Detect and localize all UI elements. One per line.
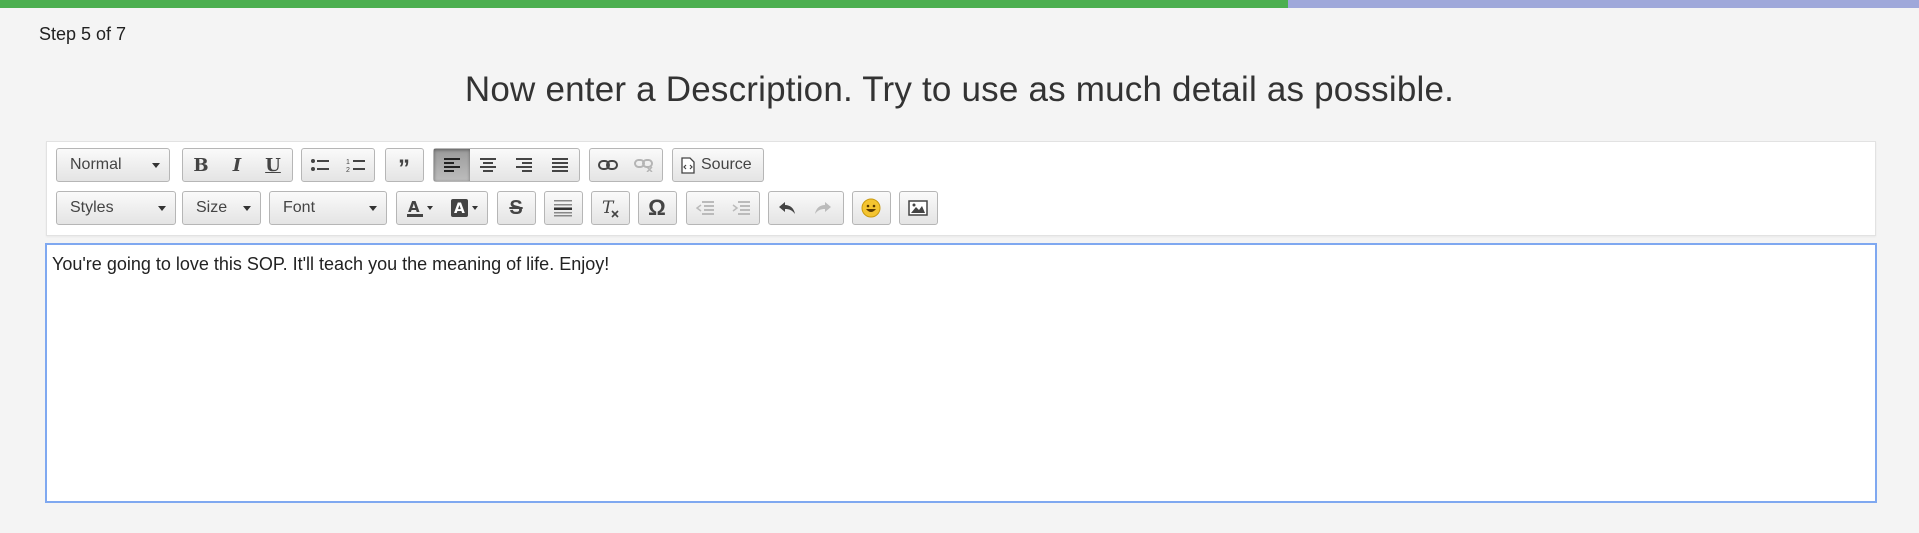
unlink-icon[interactable] bbox=[626, 149, 662, 181]
strike-group: S bbox=[497, 191, 536, 225]
bulleted-list-icon[interactable] bbox=[302, 149, 338, 181]
font-combo[interactable]: Font bbox=[269, 191, 387, 225]
smiley-group bbox=[852, 191, 891, 225]
source-button-label: Source bbox=[701, 156, 752, 173]
basic-styles-group: B I U bbox=[182, 148, 293, 182]
outdent-icon[interactable] bbox=[687, 192, 723, 224]
align-center-icon[interactable] bbox=[470, 149, 506, 181]
undo-icon[interactable] bbox=[769, 192, 805, 224]
align-left-icon[interactable] bbox=[434, 149, 470, 181]
list-group: 12 bbox=[301, 148, 375, 182]
chevron-down-icon bbox=[369, 206, 377, 211]
source-icon bbox=[681, 156, 695, 174]
image-group bbox=[899, 191, 938, 225]
omega-icon[interactable]: Ω bbox=[639, 192, 675, 224]
indent-icon[interactable] bbox=[723, 192, 759, 224]
styles-combo-label: Styles bbox=[70, 199, 114, 216]
align-right-icon[interactable] bbox=[506, 149, 542, 181]
size-combo-label: Size bbox=[196, 199, 228, 216]
svg-text:A: A bbox=[454, 201, 465, 217]
blockquote-icon[interactable]: ” bbox=[386, 149, 422, 182]
history-group bbox=[768, 191, 844, 225]
source-button[interactable]: Source bbox=[672, 148, 764, 182]
bold-icon[interactable]: B bbox=[183, 149, 219, 181]
blockquote-group: ” bbox=[385, 148, 424, 182]
editor-toolbar: Normal B I U 12 ” Source Styles Size Fon… bbox=[46, 141, 1876, 236]
progress-bar-track bbox=[0, 0, 1919, 8]
svg-text:A: A bbox=[408, 199, 420, 216]
image-icon[interactable] bbox=[900, 192, 936, 224]
format-combo[interactable]: Normal bbox=[56, 148, 170, 182]
chevron-down-icon bbox=[243, 206, 251, 211]
styles-combo[interactable]: Styles bbox=[56, 191, 176, 225]
format-combo-label: Normal bbox=[70, 156, 122, 173]
color-group: A A bbox=[396, 191, 488, 225]
text-color-icon[interactable]: A bbox=[397, 192, 442, 224]
step-indicator: Step 5 of 7 bbox=[39, 24, 127, 44]
italic-icon[interactable]: I bbox=[219, 149, 255, 181]
indent-group bbox=[686, 191, 760, 225]
chevron-down-icon bbox=[158, 206, 166, 211]
horizontal-line-icon[interactable] bbox=[545, 192, 581, 224]
remove-format-group: T bbox=[591, 191, 630, 225]
align-group bbox=[433, 148, 580, 182]
editor-content: You're going to love this SOP. It'll tea… bbox=[52, 254, 610, 274]
background-color-icon[interactable]: A bbox=[442, 192, 487, 224]
remove-format-icon[interactable]: T bbox=[592, 192, 628, 224]
horizontal-line-group bbox=[544, 191, 583, 225]
strikethrough-icon[interactable]: S bbox=[498, 192, 534, 224]
special-char-group: Ω bbox=[638, 191, 677, 225]
page-title: Now enter a Description. Try to use as m… bbox=[464, 70, 1455, 109]
chevron-down-icon bbox=[152, 163, 160, 168]
description-editor[interactable]: You're going to love this SOP. It'll tea… bbox=[45, 243, 1877, 503]
font-combo-label: Font bbox=[283, 199, 316, 216]
underline-icon[interactable]: U bbox=[255, 149, 291, 181]
link-group bbox=[589, 148, 663, 182]
justify-icon[interactable] bbox=[542, 149, 578, 181]
smiley-icon[interactable] bbox=[853, 192, 889, 224]
numbered-list-icon[interactable]: 12 bbox=[338, 149, 374, 181]
svg-text:1: 1 bbox=[346, 159, 350, 166]
size-combo[interactable]: Size bbox=[182, 191, 261, 225]
redo-icon[interactable] bbox=[805, 192, 841, 224]
progress-bar-fill bbox=[0, 0, 1288, 8]
svg-text:2: 2 bbox=[346, 167, 350, 173]
link-icon[interactable] bbox=[590, 149, 626, 181]
